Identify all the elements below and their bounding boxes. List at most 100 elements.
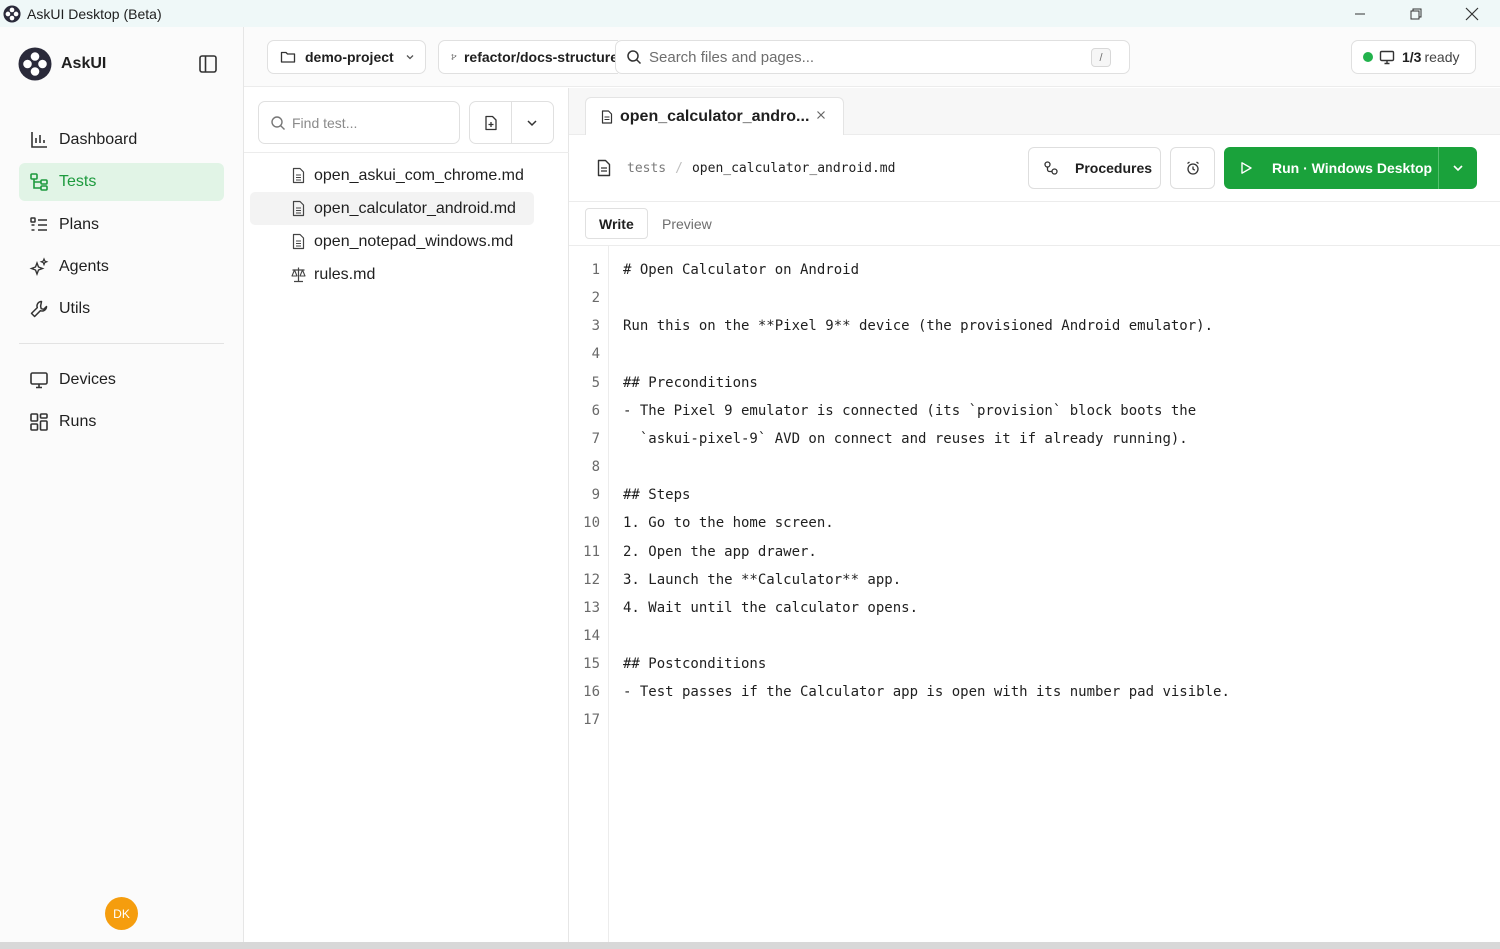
chevron-down-icon (1453, 165, 1463, 172)
list-item[interactable]: open_askui_com_chrome.md (250, 159, 534, 192)
code-line[interactable]: - The Pixel 9 emulator is connected (its… (623, 397, 1196, 425)
breadcrumb: tests / open_calculator_android.md (595, 159, 895, 177)
find-test-input[interactable]: Find test... (258, 101, 460, 144)
search-input[interactable]: Search files and pages... (649, 49, 814, 66)
code-line[interactable]: ## Postconditions (623, 650, 766, 678)
line-number: 14 (583, 627, 600, 644)
monitor-icon (30, 372, 48, 389)
bar-chart-icon (31, 132, 47, 148)
play-icon (1241, 162, 1252, 174)
brand[interactable]: AskUI (18, 47, 106, 81)
line-number: 12 (583, 571, 600, 588)
new-test-dropdown[interactable] (512, 102, 553, 143)
branch-selector[interactable]: refactor/docs-structure (438, 40, 618, 74)
sidebar-item-label: Devices (59, 371, 116, 388)
sidebar-item-devices[interactable]: Devices (19, 361, 224, 399)
search-shortcut-badge: / (1091, 48, 1111, 67)
list-item[interactable]: open_notepad_windows.md (250, 225, 534, 258)
search-bar[interactable]: Search files and pages... / (615, 40, 1130, 74)
list-item[interactable]: open_calculator_android.md (250, 192, 534, 225)
line-number: 15 (583, 656, 600, 673)
sidebar-item-label: Tests (59, 173, 97, 191)
code-line[interactable]: - Test passes if the Calculator app is o… (623, 678, 1230, 706)
code-line[interactable]: 2. Open the app drawer. (623, 538, 817, 566)
project-selector[interactable]: demo-project (267, 40, 426, 74)
code-line[interactable]: ## Preconditions (623, 369, 758, 397)
restore-button[interactable] (1388, 0, 1444, 27)
title-bar: AskUI Desktop (Beta) (0, 0, 1500, 27)
close-button[interactable] (1444, 0, 1500, 27)
line-number: 17 (583, 712, 600, 729)
line-number: 4 (591, 346, 600, 363)
close-icon (1465, 7, 1479, 20)
askui-logo-icon (18, 47, 52, 81)
new-file-icon (484, 115, 497, 130)
line-number: 1 (591, 262, 600, 278)
file-icon (292, 233, 305, 250)
git-branch-icon (451, 54, 457, 60)
sidebar: AskUI Dashboard Tests Plans Agents Utils (0, 27, 244, 942)
sidebar-item-label: Agents (59, 257, 109, 275)
code-editor[interactable]: 1 # Open Calculator on Android 2 3 Run this … (569, 246, 1500, 942)
sidebar-item-runs[interactable]: Runs (19, 403, 224, 441)
line-number: 6 (591, 402, 600, 419)
status-text: ready (1424, 49, 1460, 65)
code-line[interactable]: 1. Go to the home screen. (623, 509, 834, 537)
list-icon (30, 216, 47, 231)
sidebar-item-dashboard[interactable]: Dashboard (19, 121, 224, 159)
file-name: open_calculator_android.md (314, 199, 516, 217)
sidebar-item-utils[interactable]: Utils (19, 290, 224, 328)
sidebar-item-label: Runs (59, 413, 97, 431)
tab-title: open_calculator_andro... (620, 107, 810, 125)
sidebar-item-agents[interactable]: Agents (19, 248, 224, 286)
sidebar-item-plans[interactable]: Plans (19, 206, 224, 244)
sidebar-item-label: Dashboard (59, 131, 138, 148)
editor-tab-strip: open_calculator_andro... (569, 88, 1500, 135)
wrench-icon (30, 300, 48, 318)
close-icon[interactable] (815, 109, 827, 121)
file-list: open_askui_com_chrome.md open_calculator… (250, 159, 534, 291)
schedule-button[interactable] (1170, 147, 1215, 189)
new-test-button[interactable] (470, 102, 511, 143)
list-item[interactable]: rules.md (250, 258, 534, 291)
search-icon (271, 115, 285, 130)
sidebar-item-tests[interactable]: Tests (19, 163, 224, 202)
code-line[interactable]: 4. Wait until the calculator opens. (623, 594, 918, 622)
file-icon (597, 159, 611, 177)
tab-preview[interactable]: Preview (649, 208, 725, 239)
code-line[interactable]: ## Steps (623, 481, 690, 509)
code-line[interactable]: `askui-pixel-9` AVD on connect and reuse… (623, 425, 1188, 453)
run-label: Run · Windows Desktop (1272, 160, 1433, 176)
avatar[interactable]: DK (105, 897, 138, 930)
status-dot (1363, 52, 1373, 62)
window-title: AskUI Desktop (Beta) (27, 5, 162, 22)
procedures-button[interactable]: Procedures (1028, 147, 1161, 189)
breadcrumb-folder[interactable]: tests (627, 161, 666, 176)
file-name: open_notepad_windows.md (314, 232, 514, 250)
device-status[interactable]: 1/3 ready (1351, 40, 1476, 74)
brand-name: AskUI (61, 55, 107, 72)
window-bottom-edge (0, 942, 1500, 949)
tab-write[interactable]: Write (585, 208, 648, 239)
code-line[interactable]: 3. Launch the **Calculator** app. (623, 566, 901, 594)
app-logo-icon (3, 4, 21, 23)
secondary-nav: Devices Runs (19, 361, 224, 446)
minimize-button[interactable] (1332, 0, 1388, 27)
tab-open-calculator-android[interactable]: open_calculator_andro... (585, 97, 844, 135)
breadcrumb-bar: tests / open_calculator_android.md Proce… (569, 135, 1500, 202)
run-button[interactable]: Run · Windows Desktop (1224, 147, 1438, 189)
line-number: 2 (591, 290, 600, 307)
file-panel: Find test... open_askui_com_chrome.md op… (244, 88, 569, 942)
sidebar-item-label: Utils (59, 300, 91, 318)
line-number: 8 (591, 459, 600, 476)
code-line[interactable]: Run this on the **Pixel 9** device (the … (623, 312, 1213, 340)
code-line[interactable]: # Open Calculator on Android (623, 256, 859, 284)
file-panel-divider (244, 152, 569, 153)
main-nav: Dashboard Tests Plans Agents Utils (19, 121, 224, 332)
file-name: open_askui_com_chrome.md (314, 166, 524, 184)
grid-icon (30, 413, 48, 432)
sidebar-toggle-icon[interactable] (197, 53, 219, 75)
run-options-dropdown[interactable] (1439, 147, 1477, 189)
editor: open_calculator_andro... tests / open_ca… (569, 88, 1500, 942)
line-number: 7 (591, 430, 600, 447)
